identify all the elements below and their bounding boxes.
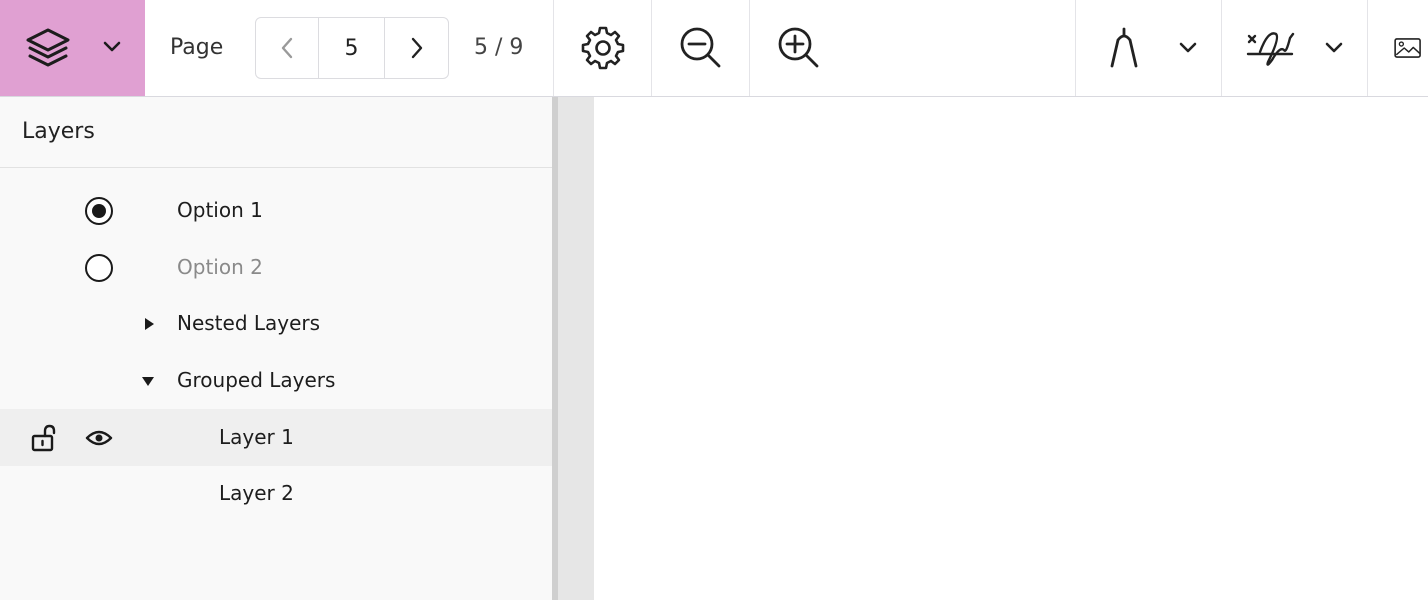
document-canvas[interactable]	[594, 97, 1428, 600]
unlock-icon	[31, 424, 56, 451]
chevron-down-icon	[1325, 42, 1343, 53]
lock-toggle[interactable]	[27, 409, 59, 466]
layer-row-grouped-layers[interactable]: Grouped Layers	[0, 352, 552, 409]
radio-option-1[interactable]	[80, 182, 118, 239]
image-icon	[1394, 38, 1421, 58]
zoom-in-button[interactable]	[750, 0, 847, 96]
layer-row-option-2[interactable]: Option 2	[0, 239, 552, 296]
layers-icon	[26, 28, 70, 67]
page-number-input[interactable]: 5	[319, 18, 385, 78]
collapse-toggle[interactable]	[137, 352, 159, 409]
previous-page-button[interactable]	[256, 18, 319, 78]
signature-icon	[1246, 32, 1295, 66]
chevron-left-icon	[281, 37, 293, 59]
sidebar-divider	[0, 167, 552, 168]
image-tool-button[interactable]	[1368, 0, 1428, 96]
layer-label: Layer 1	[219, 425, 294, 449]
layers-panel-button[interactable]	[0, 0, 145, 96]
zoom-out-button[interactable]	[652, 0, 749, 96]
page-label: Page	[170, 35, 224, 60]
ink-tool-button[interactable]	[1076, 0, 1221, 96]
radio-unchecked-icon	[85, 253, 113, 282]
layer-row-layer-1[interactable]: Layer 1	[0, 409, 552, 466]
layer-label: Nested Layers	[177, 311, 321, 335]
chevron-down-icon	[103, 41, 121, 52]
chevron-down-icon	[1179, 42, 1197, 53]
document-gutter	[558, 97, 594, 600]
layer-label: Grouped Layers	[177, 368, 336, 392]
visibility-toggle[interactable]	[83, 409, 115, 466]
next-page-button[interactable]	[385, 18, 448, 78]
layers-sidebar: Layers Option 1 Option 2 Nested Layers G…	[0, 97, 552, 600]
zoom-in-icon	[778, 27, 818, 68]
settings-icon	[581, 26, 624, 70]
ink-pen-icon	[1110, 27, 1138, 68]
settings-button[interactable]	[554, 0, 651, 96]
layer-row-option-1[interactable]: Option 1	[0, 182, 552, 239]
layer-label: Layer 2	[219, 481, 294, 505]
layer-label: Option 1	[177, 198, 263, 222]
eye-icon	[85, 430, 113, 445]
page-count: 5 / 9	[474, 35, 524, 60]
sidebar-title: Layers	[22, 119, 95, 144]
signature-tool-button[interactable]	[1222, 0, 1367, 96]
expand-toggle[interactable]	[138, 295, 160, 352]
zoom-out-icon	[680, 27, 720, 68]
triangle-down-icon	[142, 376, 154, 386]
layer-label: Option 2	[177, 255, 263, 279]
radio-checked-icon	[85, 196, 113, 225]
radio-option-2[interactable]	[80, 239, 118, 296]
toolbar: Page 5 5 / 9	[0, 0, 1428, 97]
layer-row-nested-layers[interactable]: Nested Layers	[0, 295, 552, 352]
chevron-right-icon	[411, 37, 422, 59]
page-navigator: 5	[255, 17, 449, 79]
layer-row-layer-2[interactable]: Layer 2	[0, 465, 552, 522]
triangle-right-icon	[145, 317, 154, 330]
